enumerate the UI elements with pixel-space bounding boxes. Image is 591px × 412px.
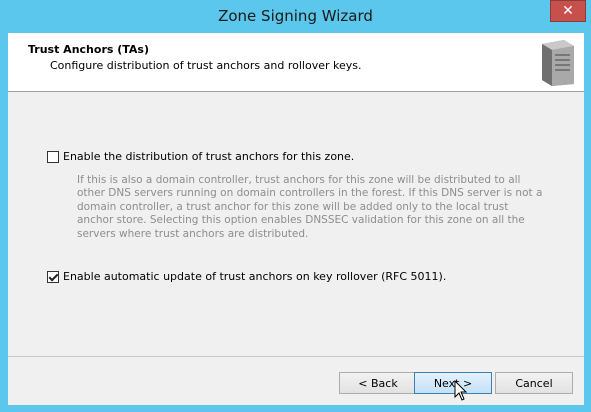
cancel-button[interactable]: Cancel <box>495 372 573 394</box>
wizard-window: Zone Signing Wizard ✕ Trust Anchors (TAs… <box>0 0 591 412</box>
server-icon <box>542 40 574 86</box>
auto-update-option[interactable]: Enable automatic update of trust anchors… <box>47 270 446 283</box>
page-subtitle: Configure distribution of trust anchors … <box>50 59 362 72</box>
title-bar[interactable]: Zone Signing Wizard ✕ <box>0 0 591 33</box>
page-title: Trust Anchors (TAs) <box>28 43 150 56</box>
distribute-trust-anchors-option[interactable]: Enable the distribution of trust anchors… <box>47 150 354 163</box>
auto-update-label: Enable automatic update of trust anchors… <box>63 270 447 283</box>
close-icon: ✕ <box>562 3 574 19</box>
distribution-description: If this is also a domain controller, tru… <box>77 174 543 240</box>
distribute-trust-anchors-checkbox[interactable] <box>47 150 59 163</box>
wizard-header: Trust Anchors (TAs) Configure distributi… <box>8 33 584 92</box>
window-title: Zone Signing Wizard <box>218 7 373 25</box>
auto-update-checkbox[interactable] <box>47 270 59 283</box>
close-button[interactable]: ✕ <box>550 0 586 22</box>
next-button[interactable]: Next > <box>414 372 492 394</box>
back-button[interactable]: < Back <box>339 372 417 394</box>
footer-divider <box>8 356 584 357</box>
distribute-trust-anchors-label: Enable the distribution of trust anchors… <box>63 150 355 163</box>
mouse-pointer-icon <box>454 380 468 401</box>
wizard-client-area: Trust Anchors (TAs) Configure distributi… <box>8 33 584 405</box>
